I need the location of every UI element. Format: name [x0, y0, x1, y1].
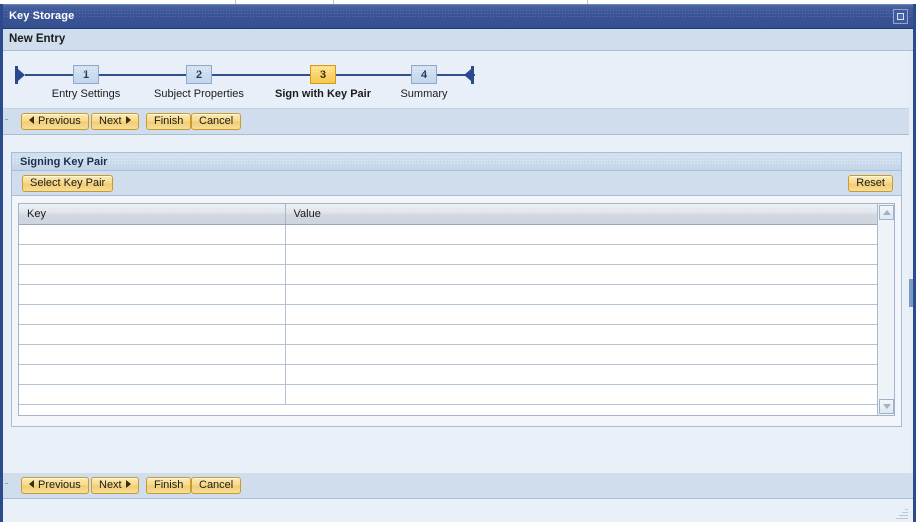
- roadmap-step-2-label: Subject Properties: [143, 88, 255, 100]
- table-row[interactable]: [19, 224, 878, 244]
- table-cell[interactable]: [285, 324, 878, 344]
- table-cell[interactable]: [19, 304, 285, 324]
- table-cell[interactable]: [285, 364, 878, 384]
- table-cell[interactable]: [19, 284, 285, 304]
- table-cell[interactable]: [285, 344, 878, 364]
- wizard-roadmap: 1 Entry Settings 2 Subject Properties 3 …: [3, 51, 913, 109]
- next-button-bottom-label: Next: [99, 479, 122, 491]
- cancel-button-bottom-label: Cancel: [199, 479, 233, 491]
- next-button-top[interactable]: Next: [91, 113, 139, 130]
- roadmap-end-icon: [464, 66, 474, 84]
- arrow-left-icon: [29, 116, 34, 124]
- main-content-area: Signing Key Pair Select Key Pair Reset K…: [3, 136, 913, 473]
- key-storage-dialog: Key Storage New Entry 1 Entry Settings 2…: [0, 4, 916, 522]
- finish-button-top-label: Finish: [154, 115, 183, 127]
- button-bar-tick: [5, 483, 8, 484]
- key-value-table: Key Value: [18, 203, 895, 416]
- window-title: Key Storage: [9, 10, 74, 22]
- previous-button-top[interactable]: Previous: [21, 113, 89, 130]
- previous-button-bottom-label: Previous: [38, 479, 81, 491]
- table-cell[interactable]: [285, 384, 878, 404]
- table-row[interactable]: [19, 304, 878, 324]
- table-cell[interactable]: [285, 244, 878, 264]
- resize-grip[interactable]: [894, 506, 908, 520]
- arrow-right-icon: [126, 116, 131, 124]
- table-cell[interactable]: [19, 224, 285, 244]
- table-header-row: Key Value: [19, 204, 878, 224]
- table-cell[interactable]: [19, 344, 285, 364]
- finish-button-top[interactable]: Finish: [146, 113, 191, 130]
- roadmap-step-1-number: 1: [73, 65, 99, 84]
- wizard-button-bar-top: Previous Next Finish Cancel: [3, 109, 913, 135]
- finish-button-bottom-label: Finish: [154, 479, 183, 491]
- table-cell[interactable]: [19, 364, 285, 384]
- scroll-down-arrow-icon[interactable]: [879, 399, 894, 414]
- next-button-top-label: Next: [99, 115, 122, 127]
- table-cell[interactable]: [19, 384, 285, 404]
- table-body: [19, 224, 878, 404]
- signing-key-pair-panel: Signing Key Pair Select Key Pair Reset K…: [11, 152, 902, 427]
- reset-button[interactable]: Reset: [848, 175, 893, 192]
- select-key-pair-label: Select Key Pair: [30, 177, 105, 189]
- table-grid: Key Value: [19, 204, 878, 405]
- arrow-right-icon: [126, 480, 131, 488]
- table-row[interactable]: [19, 244, 878, 264]
- dialog-footer-area: [3, 499, 913, 522]
- roadmap-step-4-label: Summary: [384, 88, 464, 100]
- table-cell[interactable]: [285, 304, 878, 324]
- table-cell[interactable]: [285, 284, 878, 304]
- cancel-button-top[interactable]: Cancel: [191, 113, 241, 130]
- next-button-bottom[interactable]: Next: [91, 477, 139, 494]
- roadmap-step-4-number: 4: [411, 65, 437, 84]
- column-header-key[interactable]: Key: [19, 204, 285, 224]
- table-vertical-scrollbar[interactable]: [877, 204, 894, 415]
- page-header-band: New Entry: [3, 29, 913, 51]
- table-row[interactable]: [19, 264, 878, 284]
- roadmap-step-2-number: 2: [186, 65, 212, 84]
- roadmap-step-4[interactable]: 4 Summary: [384, 65, 464, 100]
- roadmap-start-icon: [15, 66, 25, 84]
- table-row[interactable]: [19, 384, 878, 404]
- column-header-value[interactable]: Value: [285, 204, 878, 224]
- roadmap-step-3-number: 3: [310, 65, 336, 84]
- table-cell[interactable]: [19, 244, 285, 264]
- cancel-button-bottom[interactable]: Cancel: [191, 477, 241, 494]
- reset-label: Reset: [856, 177, 885, 189]
- roadmap-step-3[interactable]: 3 Sign with Key Pair: [265, 65, 381, 100]
- table-cell[interactable]: [19, 264, 285, 284]
- panel-header: Signing Key Pair: [12, 153, 901, 171]
- roadmap-step-1-label: Entry Settings: [43, 88, 129, 100]
- table-row[interactable]: [19, 284, 878, 304]
- arrow-left-icon: [29, 480, 34, 488]
- table-row[interactable]: [19, 344, 878, 364]
- table-viewport: Key Value: [19, 204, 878, 415]
- select-key-pair-button[interactable]: Select Key Pair: [22, 175, 113, 192]
- finish-button-bottom[interactable]: Finish: [146, 477, 191, 494]
- table-cell[interactable]: [285, 224, 878, 244]
- roadmap-step-1[interactable]: 1 Entry Settings: [43, 65, 129, 100]
- window-titlebar[interactable]: Key Storage: [0, 4, 916, 29]
- panel-toolbar: Select Key Pair Reset: [12, 171, 901, 196]
- button-bar-tick: [5, 119, 8, 120]
- table-row[interactable]: [19, 364, 878, 384]
- table-row[interactable]: [19, 324, 878, 344]
- panel-title: Signing Key Pair: [20, 156, 107, 168]
- page-title: New Entry: [9, 33, 65, 45]
- previous-button-top-label: Previous: [38, 115, 81, 127]
- restore-window-icon[interactable]: [893, 9, 908, 24]
- table-cell[interactable]: [19, 324, 285, 344]
- roadmap-step-2[interactable]: 2 Subject Properties: [143, 65, 255, 100]
- previous-button-bottom[interactable]: Previous: [21, 477, 89, 494]
- wizard-button-bar-bottom: Previous Next Finish Cancel: [3, 473, 913, 499]
- roadmap-step-3-label: Sign with Key Pair: [265, 88, 381, 100]
- scroll-up-arrow-icon[interactable]: [879, 205, 894, 220]
- table-cell[interactable]: [285, 264, 878, 284]
- cancel-button-top-label: Cancel: [199, 115, 233, 127]
- window-frame-left: [0, 4, 3, 522]
